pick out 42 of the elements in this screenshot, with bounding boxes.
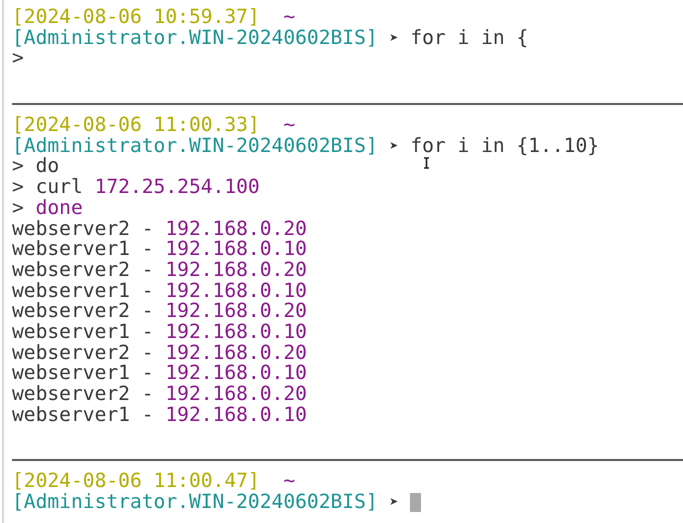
prompt-arrow: ➤ (390, 28, 399, 48)
command-text: for i in { (410, 28, 528, 48)
prompt-arrow: ➤ (390, 136, 399, 156)
output-value: 192.168.0.20 (165, 218, 307, 240)
directory-tilde: ~ (283, 7, 296, 28)
prompt-user: [Administrator.WIN-20240602BIS] (12, 136, 378, 156)
output-text: webserver1 - (12, 239, 154, 260)
timestamp: [2024-08-06 10:59.37] (12, 7, 260, 28)
output-value: 192.168.0.10 (165, 404, 307, 426)
output-value: 192.168.0.20 (165, 301, 307, 322)
output-value: 192.168.0.10 (165, 280, 307, 302)
output-text: webserver2 - (12, 301, 154, 322)
output-value: 172.25.254.100 (94, 177, 260, 198)
output-value: 192.168.0.10 (165, 239, 307, 260)
output-value: 192.168.0.10 (165, 322, 307, 343)
output-text: webserver2 - (12, 342, 154, 364)
output-text: webserver1 - (12, 363, 154, 384)
output-text: do (36, 156, 60, 178)
output-value: 192.168.0.10 (165, 363, 307, 384)
output-value: 192.168.0.20 (165, 260, 307, 281)
output-text: webserver1 - (12, 404, 154, 426)
directory-tilde: ~ (283, 471, 296, 492)
prompt-user: [Administrator.WIN-20240602BIS] (12, 28, 378, 48)
output-text: webserver2 - (12, 384, 154, 405)
output-value: 192.168.0.20 (165, 342, 307, 364)
continuation-prompt: > (12, 177, 24, 198)
output-text: webserver2 - (12, 260, 154, 281)
timestamp: [2024-08-06 11:00.33] (12, 115, 260, 136)
prompt-user: [Administrator.WIN-20240602BIS] (12, 492, 378, 513)
directory-tilde: ~ (283, 115, 296, 136)
continuation-prompt: > (12, 156, 24, 178)
prompt-arrow: ➤ (390, 492, 399, 513)
continuation-prompt: > (12, 48, 24, 70)
output-text: webserver1 - (12, 280, 154, 302)
output-text: webserver1 - (12, 322, 154, 343)
output-value: done (36, 198, 83, 218)
timestamp: [2024-08-06 11:00.47] (12, 471, 260, 492)
output-text: curl (36, 177, 83, 198)
continuation-prompt: > (12, 198, 24, 218)
command-text: for i in {1..10} (410, 136, 600, 156)
output-text: webserver2 - (12, 218, 154, 240)
output-value: 192.168.0.20 (165, 384, 307, 405)
